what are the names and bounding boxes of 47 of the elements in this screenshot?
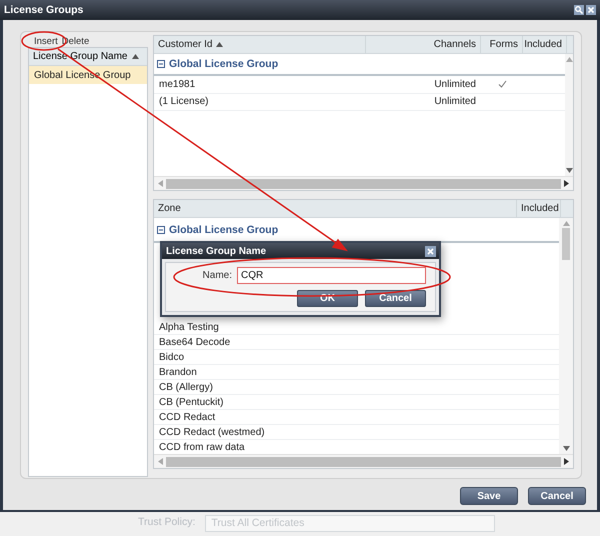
scroll-down-icon[interactable] [566,168,572,173]
table-cell-text: CCD Redact (westmed) [158,426,266,438]
table-cell-text: CB (Allergy) [158,382,214,392]
table-cell-text: (1 License) [158,96,210,108]
dialog-title: License Group Name [166,246,266,256]
scroll-down-icon[interactable] [562,446,570,451]
scroll-up-icon[interactable] [566,57,572,62]
field-label: Name: [202,270,232,281]
table-cell-text: Alpha Testing [158,322,220,332]
scroll-right-icon[interactable] [564,180,569,187]
column-header[interactable]: Channels [366,36,481,53]
table-cell-text: Brandon [158,366,198,378]
table-cell-text: CCD from raw data [158,442,246,452]
table-cell-text: me1981 [158,78,196,90]
table-cell-text: CB (Pentuckit) [158,396,224,408]
scroll-right-icon[interactable] [564,458,569,465]
table-cell-text: Unlimited [433,96,477,108]
vertical-scrollbar[interactable] [559,218,573,454]
vertical-scrollbar[interactable] [565,54,573,176]
scroll-left-icon[interactable] [158,458,163,465]
group-header[interactable]: Global License Group [154,54,565,76]
scroll-left-icon[interactable] [158,180,163,187]
column-header[interactable]: Included [523,36,567,53]
table-cell-text: Bidco [158,352,186,362]
window-title: License Groups [4,4,84,16]
horizontal-scrollbar[interactable] [154,454,573,468]
dialog-button[interactable]: Save [460,487,518,505]
scroll-thumb[interactable] [562,228,570,260]
table-cell-text: Base64 Decode [158,336,232,348]
column-header[interactable]: License Group Name [29,48,147,66]
column-header[interactable]: Customer Id [154,36,366,53]
column-header[interactable]: Forms [481,36,523,53]
scroll-up-icon[interactable] [562,221,570,226]
collapse-icon[interactable] [157,226,165,234]
table-cell-text: Unlimited [433,78,477,90]
dialog-button[interactable]: Cancel [365,290,426,307]
name-field[interactable]: CQR [237,267,426,284]
toolbar-button[interactable]: Insert [34,36,58,46]
field-label: Trust Policy: [138,515,196,528]
magnifier-icon[interactable] [574,5,584,15]
dialog-button[interactable]: Cancel [528,487,586,505]
table-cell-text: CCD Redact [158,412,216,422]
collapse-icon[interactable] [157,60,165,68]
column-header[interactable]: Included [517,200,561,217]
horizontal-scrollbar[interactable] [154,176,573,190]
close-icon[interactable] [425,246,436,256]
table-row[interactable]: (1 License) Unlimited [154,94,565,111]
